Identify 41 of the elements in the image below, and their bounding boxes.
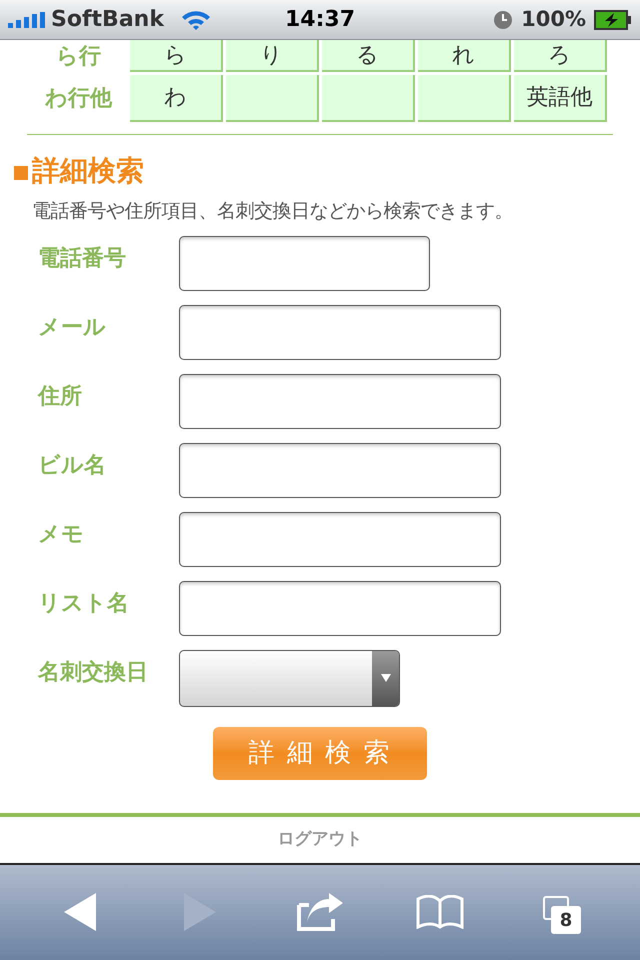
- kana-cell[interactable]: [322, 75, 415, 122]
- field-label: 住所: [36, 382, 83, 410]
- input-field[interactable]: [179, 442, 501, 498]
- share-icon[interactable]: [297, 893, 343, 932]
- heading-marker: [14, 166, 28, 180]
- carrier-name: SoftBank: [51, 6, 164, 34]
- description-text: 電話番号や住所項目、名刺交換日などから検索できます。: [31, 199, 514, 224]
- kana-cell[interactable]: 英語他: [514, 75, 607, 122]
- clock-icon: [493, 10, 514, 30]
- kana-cell[interactable]: ろ: [514, 40, 607, 72]
- input-field[interactable]: [179, 580, 501, 636]
- kana-cell[interactable]: り: [226, 40, 319, 72]
- back-icon[interactable]: [64, 893, 96, 932]
- kana-cell[interactable]: ら: [130, 40, 223, 72]
- input-field[interactable]: [179, 374, 501, 428]
- section-heading: 詳細検索: [32, 153, 144, 189]
- clock-time: 14:37: [285, 6, 356, 34]
- kana-cell[interactable]: る: [322, 40, 415, 72]
- battery-charging-icon: [594, 10, 632, 30]
- field-label: 電話番号: [37, 244, 127, 272]
- kana-cell[interactable]: [226, 75, 319, 122]
- date-select[interactable]: [179, 650, 400, 706]
- input-field[interactable]: [179, 304, 501, 360]
- row-label: わ行他: [44, 85, 114, 113]
- field-label: メモ: [37, 520, 85, 548]
- field-label: メール: [37, 314, 107, 342]
- kana-cell[interactable]: [418, 75, 511, 122]
- signal-icon: [8, 12, 46, 28]
- battery-percent: 100%: [521, 6, 586, 33]
- wifi-icon: [180, 8, 212, 30]
- book-icon[interactable]: [416, 895, 464, 930]
- dropdown-arrow-icon: [380, 674, 390, 682]
- row-label: ら行: [55, 42, 102, 70]
- field-label: リスト名: [37, 590, 130, 618]
- input-field[interactable]: [179, 236, 430, 290]
- field-label: ビル名: [37, 452, 107, 480]
- input-field[interactable]: [179, 512, 501, 566]
- kana-cell[interactable]: れ: [418, 40, 511, 72]
- kana-cell[interactable]: わ: [130, 75, 223, 122]
- field-label: 名刺交換日: [36, 658, 149, 686]
- tabs-button[interactable]: 8: [525, 882, 595, 942]
